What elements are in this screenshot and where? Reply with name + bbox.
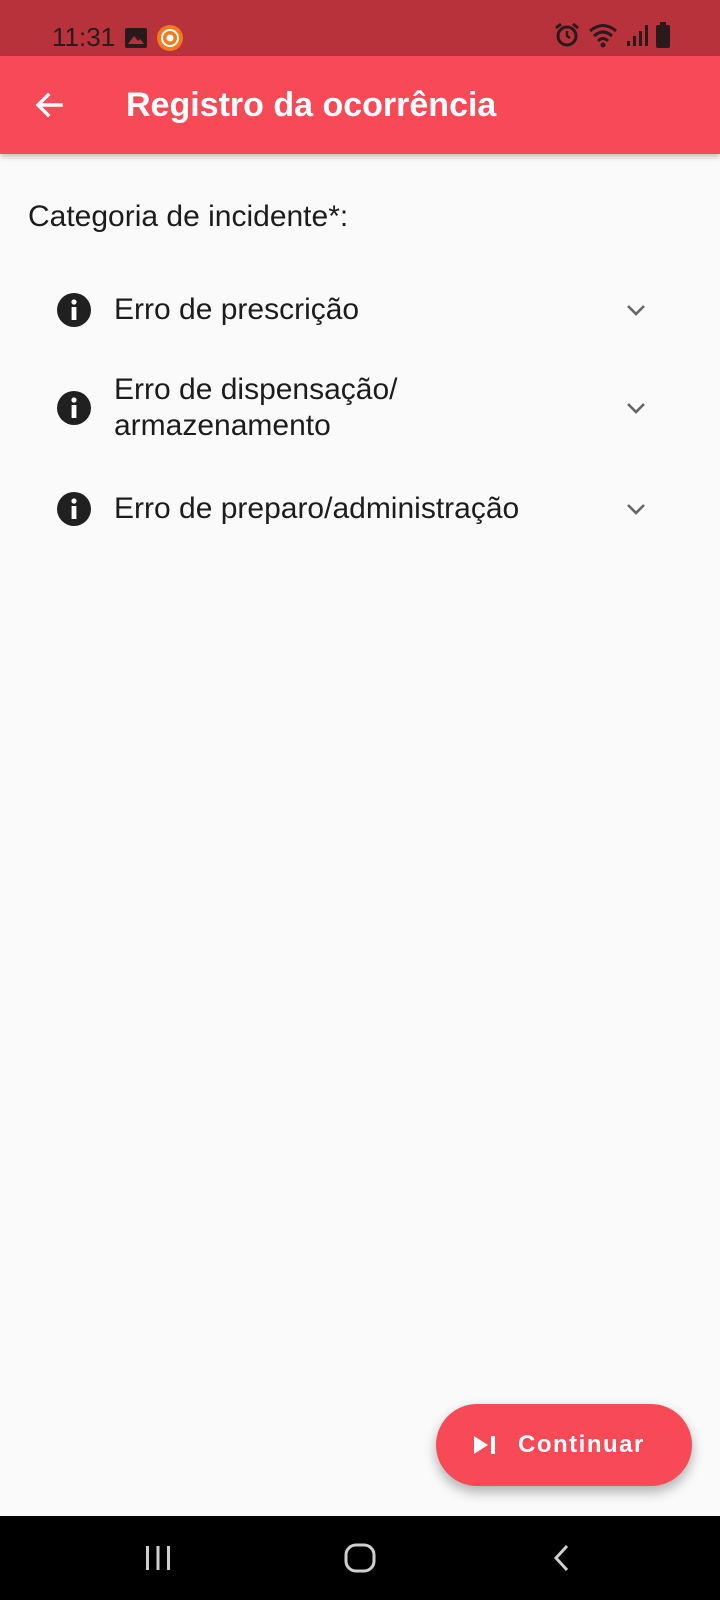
chevron-down-icon[interactable] bbox=[624, 396, 648, 420]
nav-back-button[interactable] bbox=[538, 1538, 586, 1578]
image-icon bbox=[125, 28, 147, 48]
app-bar: Registro da ocorrência bbox=[0, 56, 720, 154]
status-time: 11:31 bbox=[52, 22, 116, 52]
category-item-prescricao[interactable]: Erro de prescrição bbox=[56, 290, 666, 330]
category-label: Categoria de incidente*: bbox=[28, 200, 349, 233]
info-icon bbox=[57, 492, 91, 526]
skip-next-icon bbox=[474, 1436, 495, 1454]
screen-record-icon bbox=[157, 25, 183, 51]
chevron-down-icon[interactable] bbox=[624, 497, 648, 521]
system-nav-bar bbox=[0, 1516, 720, 1600]
signal-icon bbox=[627, 25, 648, 46]
recent-apps-button[interactable] bbox=[134, 1538, 182, 1578]
home-button[interactable] bbox=[336, 1538, 384, 1578]
category-item-label: Erro de dispensação/ armazenamento bbox=[114, 373, 398, 442]
alarm-icon bbox=[555, 22, 579, 47]
back-icon bbox=[553, 1544, 569, 1572]
continue-button[interactable]: Continuar bbox=[436, 1404, 692, 1486]
back-button[interactable] bbox=[24, 80, 74, 130]
status-left-icons bbox=[124, 24, 184, 52]
page-title: Registro da ocorrência bbox=[126, 86, 497, 124]
battery-icon bbox=[656, 22, 670, 48]
category-item-label: Erro de preparo/administração bbox=[114, 492, 520, 525]
chevron-down-icon[interactable] bbox=[624, 298, 648, 322]
category-item-dispensacao[interactable]: Erro de dispensação/ armazenamento bbox=[56, 368, 666, 448]
status-bar: 11:31 bbox=[0, 0, 720, 56]
home-icon bbox=[344, 1543, 376, 1573]
info-icon bbox=[57, 391, 91, 425]
arrow-back-icon bbox=[35, 92, 63, 118]
status-right-icons bbox=[554, 22, 670, 48]
continue-button-label: Continuar bbox=[518, 1431, 645, 1458]
recent-apps-icon bbox=[146, 1546, 170, 1570]
wifi-icon bbox=[589, 24, 617, 48]
info-icon bbox=[57, 293, 91, 327]
category-item-preparo[interactable]: Erro de preparo/administração bbox=[56, 489, 666, 529]
category-item-label: Erro de prescrição bbox=[114, 293, 360, 326]
